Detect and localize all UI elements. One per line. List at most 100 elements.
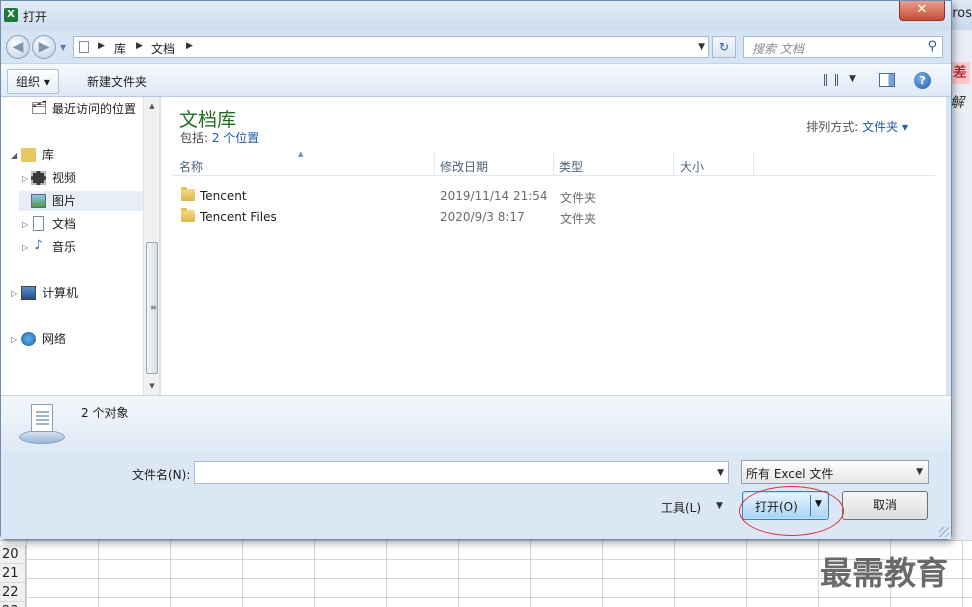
document-icon bbox=[79, 41, 89, 53]
grip-icon: ≡ bbox=[150, 303, 157, 312]
new-folder-button[interactable]: 新建文件夹 bbox=[87, 73, 147, 90]
computer-icon bbox=[21, 286, 36, 300]
arrange-by: 排列方式: 文件夹 ▾ bbox=[806, 118, 908, 135]
search-placeholder: 搜索 文档 bbox=[752, 42, 804, 56]
file-type-dropdown-icon[interactable]: ▼ bbox=[916, 467, 923, 477]
sort-ascending-icon: ▲ bbox=[298, 150, 304, 158]
nav-label: 计算机 bbox=[42, 286, 79, 300]
file-name: Tencent bbox=[200, 189, 247, 203]
music-note-icon: ♪ bbox=[34, 238, 43, 253]
excel-row-header[interactable]: 22 bbox=[0, 583, 26, 602]
search-icon[interactable]: ⚲ bbox=[927, 39, 937, 54]
column-size[interactable]: 大小 bbox=[680, 158, 704, 175]
navigation-bar: ◀ ▶ ▼ ▶ 库 ▶ 文档 ▶ ▼ ↻ 搜索 文档 ⚲ bbox=[1, 31, 951, 63]
excel-app-icon: X bbox=[4, 8, 18, 22]
nav-label: 库 bbox=[42, 148, 55, 162]
tools-button[interactable]: 工具(L) bbox=[661, 499, 701, 516]
library-folder-icon bbox=[21, 148, 36, 162]
refresh-icon[interactable]: ↻ bbox=[712, 36, 736, 58]
forward-arrow-icon[interactable]: ▶ bbox=[32, 35, 56, 59]
scroll-up-icon[interactable]: ▲ bbox=[144, 99, 160, 113]
video-icon bbox=[31, 171, 46, 185]
file-row[interactable]: Tencent 2019/11/14 21:54 文件夹 bbox=[173, 186, 935, 206]
expand-arrow-icon[interactable]: ▷ bbox=[11, 289, 17, 298]
file-type: 文件夹 bbox=[560, 212, 597, 226]
nav-item-network[interactable]: 网络 bbox=[21, 329, 141, 349]
breadcrumb-libraries[interactable]: 库 bbox=[114, 40, 126, 57]
includes-locations-link[interactable]: 2 个位置 bbox=[212, 131, 259, 145]
network-icon bbox=[21, 332, 36, 346]
nav-label: 音乐 bbox=[52, 240, 77, 254]
nav-item-documents[interactable]: 文档 bbox=[31, 214, 141, 234]
breadcrumb-documents[interactable]: 文档 bbox=[151, 40, 175, 57]
filename-input[interactable]: ▼ bbox=[194, 461, 729, 484]
details-pane: 2 个对象 bbox=[1, 395, 951, 451]
dialog-title: 打开 bbox=[23, 10, 48, 24]
breadcrumb-separator-icon[interactable]: ▶ bbox=[186, 41, 193, 51]
nav-label: 最近访问的位置 bbox=[52, 102, 137, 116]
breadcrumb-separator-icon[interactable]: ▶ bbox=[136, 41, 143, 51]
expand-arrow-icon[interactable]: ▷ bbox=[11, 335, 17, 344]
address-dropdown-icon[interactable]: ▼ bbox=[698, 42, 705, 52]
cancel-button[interactable]: 取消 bbox=[842, 491, 928, 520]
file-name: Tencent Files bbox=[200, 210, 277, 224]
file-type: 文件夹 bbox=[560, 191, 597, 205]
watermark-logo: 最需教育 bbox=[820, 554, 949, 592]
file-type-select[interactable]: 所有 Excel 文件 ▼ bbox=[741, 460, 929, 484]
expand-arrow-icon[interactable]: ▷ bbox=[22, 174, 28, 183]
excel-cell-bad-style[interactable]: 差 bbox=[950, 62, 970, 84]
column-divider[interactable] bbox=[434, 152, 435, 176]
library-title: 文档库 bbox=[179, 109, 237, 131]
breadcrumb-separator-icon[interactable]: ▶ bbox=[98, 41, 105, 51]
includes-label: 包括: bbox=[180, 131, 212, 145]
search-input[interactable]: 搜索 文档 ⚲ bbox=[743, 36, 943, 58]
collapse-arrow-icon[interactable]: ◢ bbox=[11, 151, 17, 160]
file-list-pane: 文档库 包括: 2 个位置 排列方式: 文件夹 ▾ ▲ 名称 修改日期 类型 大… bbox=[161, 97, 946, 395]
arrange-by-dropdown[interactable]: 文件夹 ▾ bbox=[862, 120, 908, 134]
nav-item-recent[interactable]: 🗂 最近访问的位置 bbox=[31, 99, 143, 119]
column-header: ▲ 名称 修改日期 类型 大小 bbox=[173, 150, 935, 176]
excel-row-header[interactable]: 20 bbox=[0, 545, 26, 564]
column-name[interactable]: 名称 bbox=[179, 158, 203, 175]
column-divider[interactable] bbox=[553, 152, 554, 176]
column-type[interactable]: 类型 bbox=[559, 158, 583, 175]
annotation-highlight-oval bbox=[739, 486, 844, 536]
pictures-icon bbox=[31, 194, 46, 208]
view-options-icon[interactable] bbox=[824, 74, 838, 86]
nav-item-libraries[interactable]: 库 bbox=[21, 145, 141, 165]
file-row[interactable]: Tencent Files 2020/9/3 8:17 文件夹 bbox=[173, 207, 935, 227]
file-date: 2020/9/3 8:17 bbox=[440, 210, 525, 224]
scrollbar-thumb[interactable]: ≡ bbox=[146, 242, 158, 374]
nav-item-computer[interactable]: 计算机 bbox=[21, 283, 141, 303]
column-date-modified[interactable]: 修改日期 bbox=[440, 158, 488, 175]
open-file-dialog: X 打开 ✕ ◀ ▶ ▼ ▶ 库 ▶ 文档 ▶ ▼ ↻ 搜索 文档 ⚲ 组织 ▾… bbox=[0, 0, 952, 540]
nav-label: 文档 bbox=[52, 217, 77, 231]
history-dropdown-icon[interactable]: ▼ bbox=[60, 43, 66, 52]
expand-arrow-icon[interactable]: ▷ bbox=[22, 220, 28, 229]
filename-history-dropdown-icon[interactable]: ▼ bbox=[717, 468, 724, 478]
scroll-down-icon[interactable]: ▼ bbox=[144, 379, 160, 393]
view-dropdown-icon[interactable]: ▼ bbox=[849, 74, 856, 84]
organize-button[interactable]: 组织 ▾ bbox=[7, 69, 59, 94]
address-bar[interactable]: ▶ 库 ▶ 文档 ▶ ▼ bbox=[73, 36, 709, 58]
expand-arrow-icon[interactable]: ▷ bbox=[22, 243, 28, 252]
filename-label: 文件名(N): bbox=[132, 468, 191, 482]
column-divider[interactable] bbox=[673, 152, 674, 176]
excel-row-header[interactable]: 23 bbox=[0, 602, 26, 607]
resize-grip-icon[interactable] bbox=[939, 527, 949, 537]
nav-item-music[interactable]: ♪ 音乐 bbox=[31, 237, 141, 257]
preview-pane-icon[interactable] bbox=[879, 73, 895, 87]
recent-places-icon: 🗂 bbox=[31, 101, 48, 116]
excel-row-header[interactable]: 21 bbox=[0, 564, 26, 583]
nav-item-pictures[interactable]: 图片 bbox=[19, 191, 143, 211]
nav-label: 网络 bbox=[42, 332, 67, 346]
excel-cell-explanation-style[interactable]: 解 bbox=[950, 92, 970, 114]
nav-item-videos[interactable]: 视频 bbox=[31, 168, 141, 188]
help-icon[interactable]: ? bbox=[914, 72, 931, 89]
tools-dropdown-icon[interactable]: ▼ bbox=[716, 501, 723, 511]
dialog-titlebar[interactable]: X 打开 ✕ bbox=[1, 1, 951, 31]
back-arrow-icon[interactable]: ◀ bbox=[6, 35, 30, 59]
column-divider[interactable] bbox=[753, 152, 754, 176]
nav-pane-scrollbar[interactable]: ▲ ≡ ▼ bbox=[143, 97, 159, 395]
close-button[interactable]: ✕ bbox=[899, 1, 945, 21]
